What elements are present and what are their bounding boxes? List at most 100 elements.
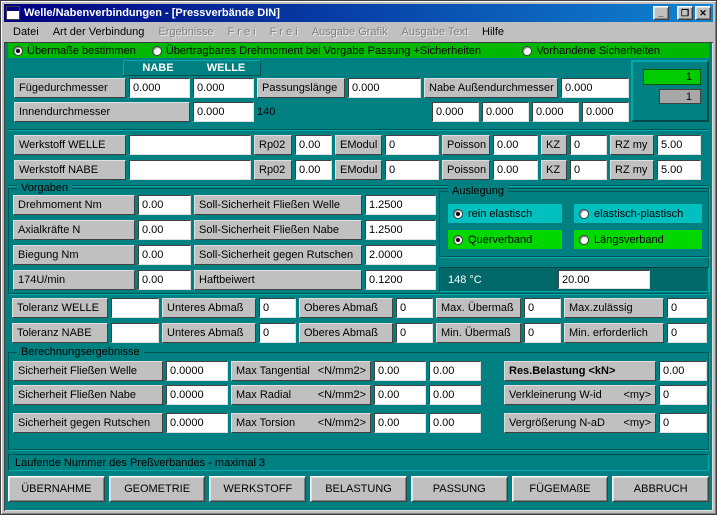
- max-torsion-input-2[interactable]: [429, 413, 481, 433]
- geometrie-button[interactable]: GEOMETRIE: [109, 476, 206, 502]
- unteres-abmass-label: Unteres Abmaß: [162, 298, 256, 318]
- geometry-row-1: Fügedurchmesser Passungslänge Nabe Außen…: [14, 78, 629, 98]
- belastung-button[interactable]: BELASTUNG: [310, 476, 407, 502]
- sicherheit-fliessen-nabe-label: Sicherheit Fließen Nabe: [13, 385, 163, 405]
- max-radial-input-1[interactable]: [374, 385, 426, 405]
- option-rein-elastisch[interactable]: rein elastisch: [448, 204, 562, 223]
- unteres-abmass-welle-input[interactable]: [259, 298, 296, 318]
- unteres-abmass-nabe-input[interactable]: [259, 323, 296, 343]
- drehzahl-input[interactable]: [138, 270, 191, 290]
- werkstoff-nabe-label: Werkstoff NABE: [14, 160, 126, 180]
- biegung-input[interactable]: [138, 245, 191, 265]
- toleranz-welle-row: Toleranz WELLE Unteres Abmaß Oberes Abma…: [12, 298, 707, 318]
- toleranz-nabe-row: Toleranz NABE Unteres Abmaß Oberes Abmaß…: [12, 323, 707, 343]
- emodul-nabe-input[interactable]: [385, 160, 439, 180]
- min-uebermass-input[interactable]: [524, 323, 561, 343]
- max-tangential-input-2[interactable]: [429, 361, 481, 381]
- fuegemasse-button[interactable]: FÜGEMAßE: [512, 476, 609, 502]
- temperatur-input[interactable]: [558, 270, 650, 289]
- poisson-label: Poisson: [442, 135, 490, 155]
- biegung-row: Biegung Nm Soll-Sicherheit gegen Rutsche…: [13, 245, 436, 265]
- nabe-aussendurchmesser-input[interactable]: [561, 78, 629, 98]
- geometry-extra-input-2[interactable]: [482, 102, 529, 122]
- fuegedurchmesser-welle-input[interactable]: [193, 78, 254, 98]
- max-radial-input-2[interactable]: [429, 385, 481, 405]
- rz-my-nabe-input[interactable]: [657, 160, 701, 180]
- verkleinerung-input[interactable]: [659, 385, 707, 405]
- sicherheit-fliessen-nabe-input[interactable]: [166, 385, 228, 405]
- app-icon[interactable]: [6, 6, 20, 20]
- min-erforderlich-input[interactable]: [667, 323, 707, 343]
- option-laengsverband[interactable]: Längsverband: [574, 230, 702, 249]
- haftbeiwert-label: Haftbeiwert: [194, 270, 362, 290]
- app-window: Welle/Nabenverbindungen - [Pressverbände…: [0, 0, 717, 515]
- minimize-button[interactable]: _: [653, 6, 669, 20]
- max-tangential-input-1[interactable]: [374, 361, 426, 381]
- option-elastisch-plastisch[interactable]: elastisch-plastisch: [574, 204, 702, 223]
- mode-uebermasse-bestimmen[interactable]: Übermaße bestimmen: [13, 45, 136, 57]
- mode-uebertragbares-drehmoment[interactable]: Übertragbares Drehmoment bei Vorgabe Pas…: [152, 45, 481, 57]
- max-torsion-input-1[interactable]: [374, 413, 426, 433]
- soll-fliessen-nabe-label: Soll-Sicherheit Fließen Nabe: [194, 220, 362, 240]
- status-text: Laufende Nummer des Preßverbandes - maxi…: [15, 457, 265, 469]
- abbruch-button[interactable]: ABBRUCH: [612, 476, 709, 502]
- vergroesserung-input[interactable]: [659, 413, 707, 433]
- max-uebermass-input[interactable]: [524, 298, 561, 318]
- toleranz-welle-klasse-input[interactable]: [111, 298, 159, 318]
- oberes-abmass-nabe-input[interactable]: [396, 323, 433, 343]
- axialkraefte-input[interactable]: [138, 220, 191, 240]
- poisson-label: Poisson: [442, 160, 490, 180]
- vorgaben-title: Vorgaben: [17, 182, 72, 195]
- geometry-extra-input-3[interactable]: [532, 102, 579, 122]
- vergroesserung-label: Vergrößerung N-aD <my>: [504, 413, 656, 433]
- welle-column-header: WELLE: [192, 61, 260, 75]
- option-querverband[interactable]: Querverband: [448, 230, 562, 249]
- passungslaenge-input[interactable]: [348, 78, 421, 98]
- verband-counter-panel: 1 1: [631, 60, 709, 122]
- poisson-nabe-input[interactable]: [493, 160, 538, 180]
- soll-fliessen-welle-input[interactable]: [365, 195, 436, 215]
- kz-welle-input[interactable]: [570, 135, 607, 155]
- kz-nabe-input[interactable]: [570, 160, 607, 180]
- max-zulaessig-input[interactable]: [667, 298, 707, 318]
- uebernahme-button[interactable]: ÜBERNAHME: [8, 476, 105, 502]
- geometry-extra-input-1[interactable]: [432, 102, 479, 122]
- mode-label: Vorhandene Sicherheiten: [536, 45, 660, 57]
- rp02-label: Rp02: [254, 135, 292, 155]
- rp02-nabe-input[interactable]: [295, 160, 332, 180]
- sicherheit-fliessen-welle-input[interactable]: [166, 361, 228, 381]
- max-radial-unit: <N/mm2>: [318, 389, 366, 401]
- drehmoment-input[interactable]: [138, 195, 191, 215]
- menu-item-hilfe[interactable]: Hilfe: [475, 24, 511, 40]
- soll-rutschen-input[interactable]: [365, 245, 436, 265]
- rz-my-welle-input[interactable]: [657, 135, 701, 155]
- rp02-welle-input[interactable]: [295, 135, 332, 155]
- toleranz-nabe-label: Toleranz NABE: [12, 323, 108, 343]
- menu-item-datei[interactable]: Datei: [6, 24, 46, 40]
- poisson-welle-input[interactable]: [493, 135, 538, 155]
- werkstoff-nabe-name-input[interactable]: [129, 160, 251, 180]
- soll-fliessen-welle-label: Soll-Sicherheit Fließen Welle: [194, 195, 362, 215]
- close-button[interactable]: ✕: [695, 6, 711, 20]
- passung-button[interactable]: PASSUNG: [411, 476, 508, 502]
- mode-vorhandene-sicherheiten[interactable]: Vorhandene Sicherheiten: [522, 45, 660, 57]
- fuegedurchmesser-nabe-input[interactable]: [129, 78, 190, 98]
- soll-fliessen-nabe-input[interactable]: [365, 220, 436, 240]
- toleranz-section: Toleranz WELLE Unteres Abmaß Oberes Abma…: [8, 296, 709, 346]
- oberes-abmass-label: Oberes Abmaß: [299, 298, 393, 318]
- res-belastung-input[interactable]: [659, 361, 707, 381]
- werkstoff-button[interactable]: WERKSTOFF: [209, 476, 306, 502]
- sicherheit-rutschen-input[interactable]: [166, 413, 228, 433]
- innendurchmesser-input[interactable]: [193, 102, 254, 122]
- passungslaenge-label: Passungslänge: [257, 78, 345, 98]
- menu-item-art-der-verbindung[interactable]: Art der Verbindung: [46, 24, 152, 40]
- toleranz-nabe-klasse-input[interactable]: [111, 323, 159, 343]
- maximize-button[interactable]: ❐: [677, 6, 693, 20]
- oberes-abmass-welle-input[interactable]: [396, 298, 433, 318]
- werkstoff-welle-name-input[interactable]: [129, 135, 251, 155]
- option-label: Längsverband: [594, 234, 664, 246]
- geometry-extra-input-4[interactable]: [582, 102, 629, 122]
- verband-counter-current: 1: [643, 69, 701, 85]
- haftbeiwert-input[interactable]: [365, 270, 436, 290]
- emodul-welle-input[interactable]: [385, 135, 439, 155]
